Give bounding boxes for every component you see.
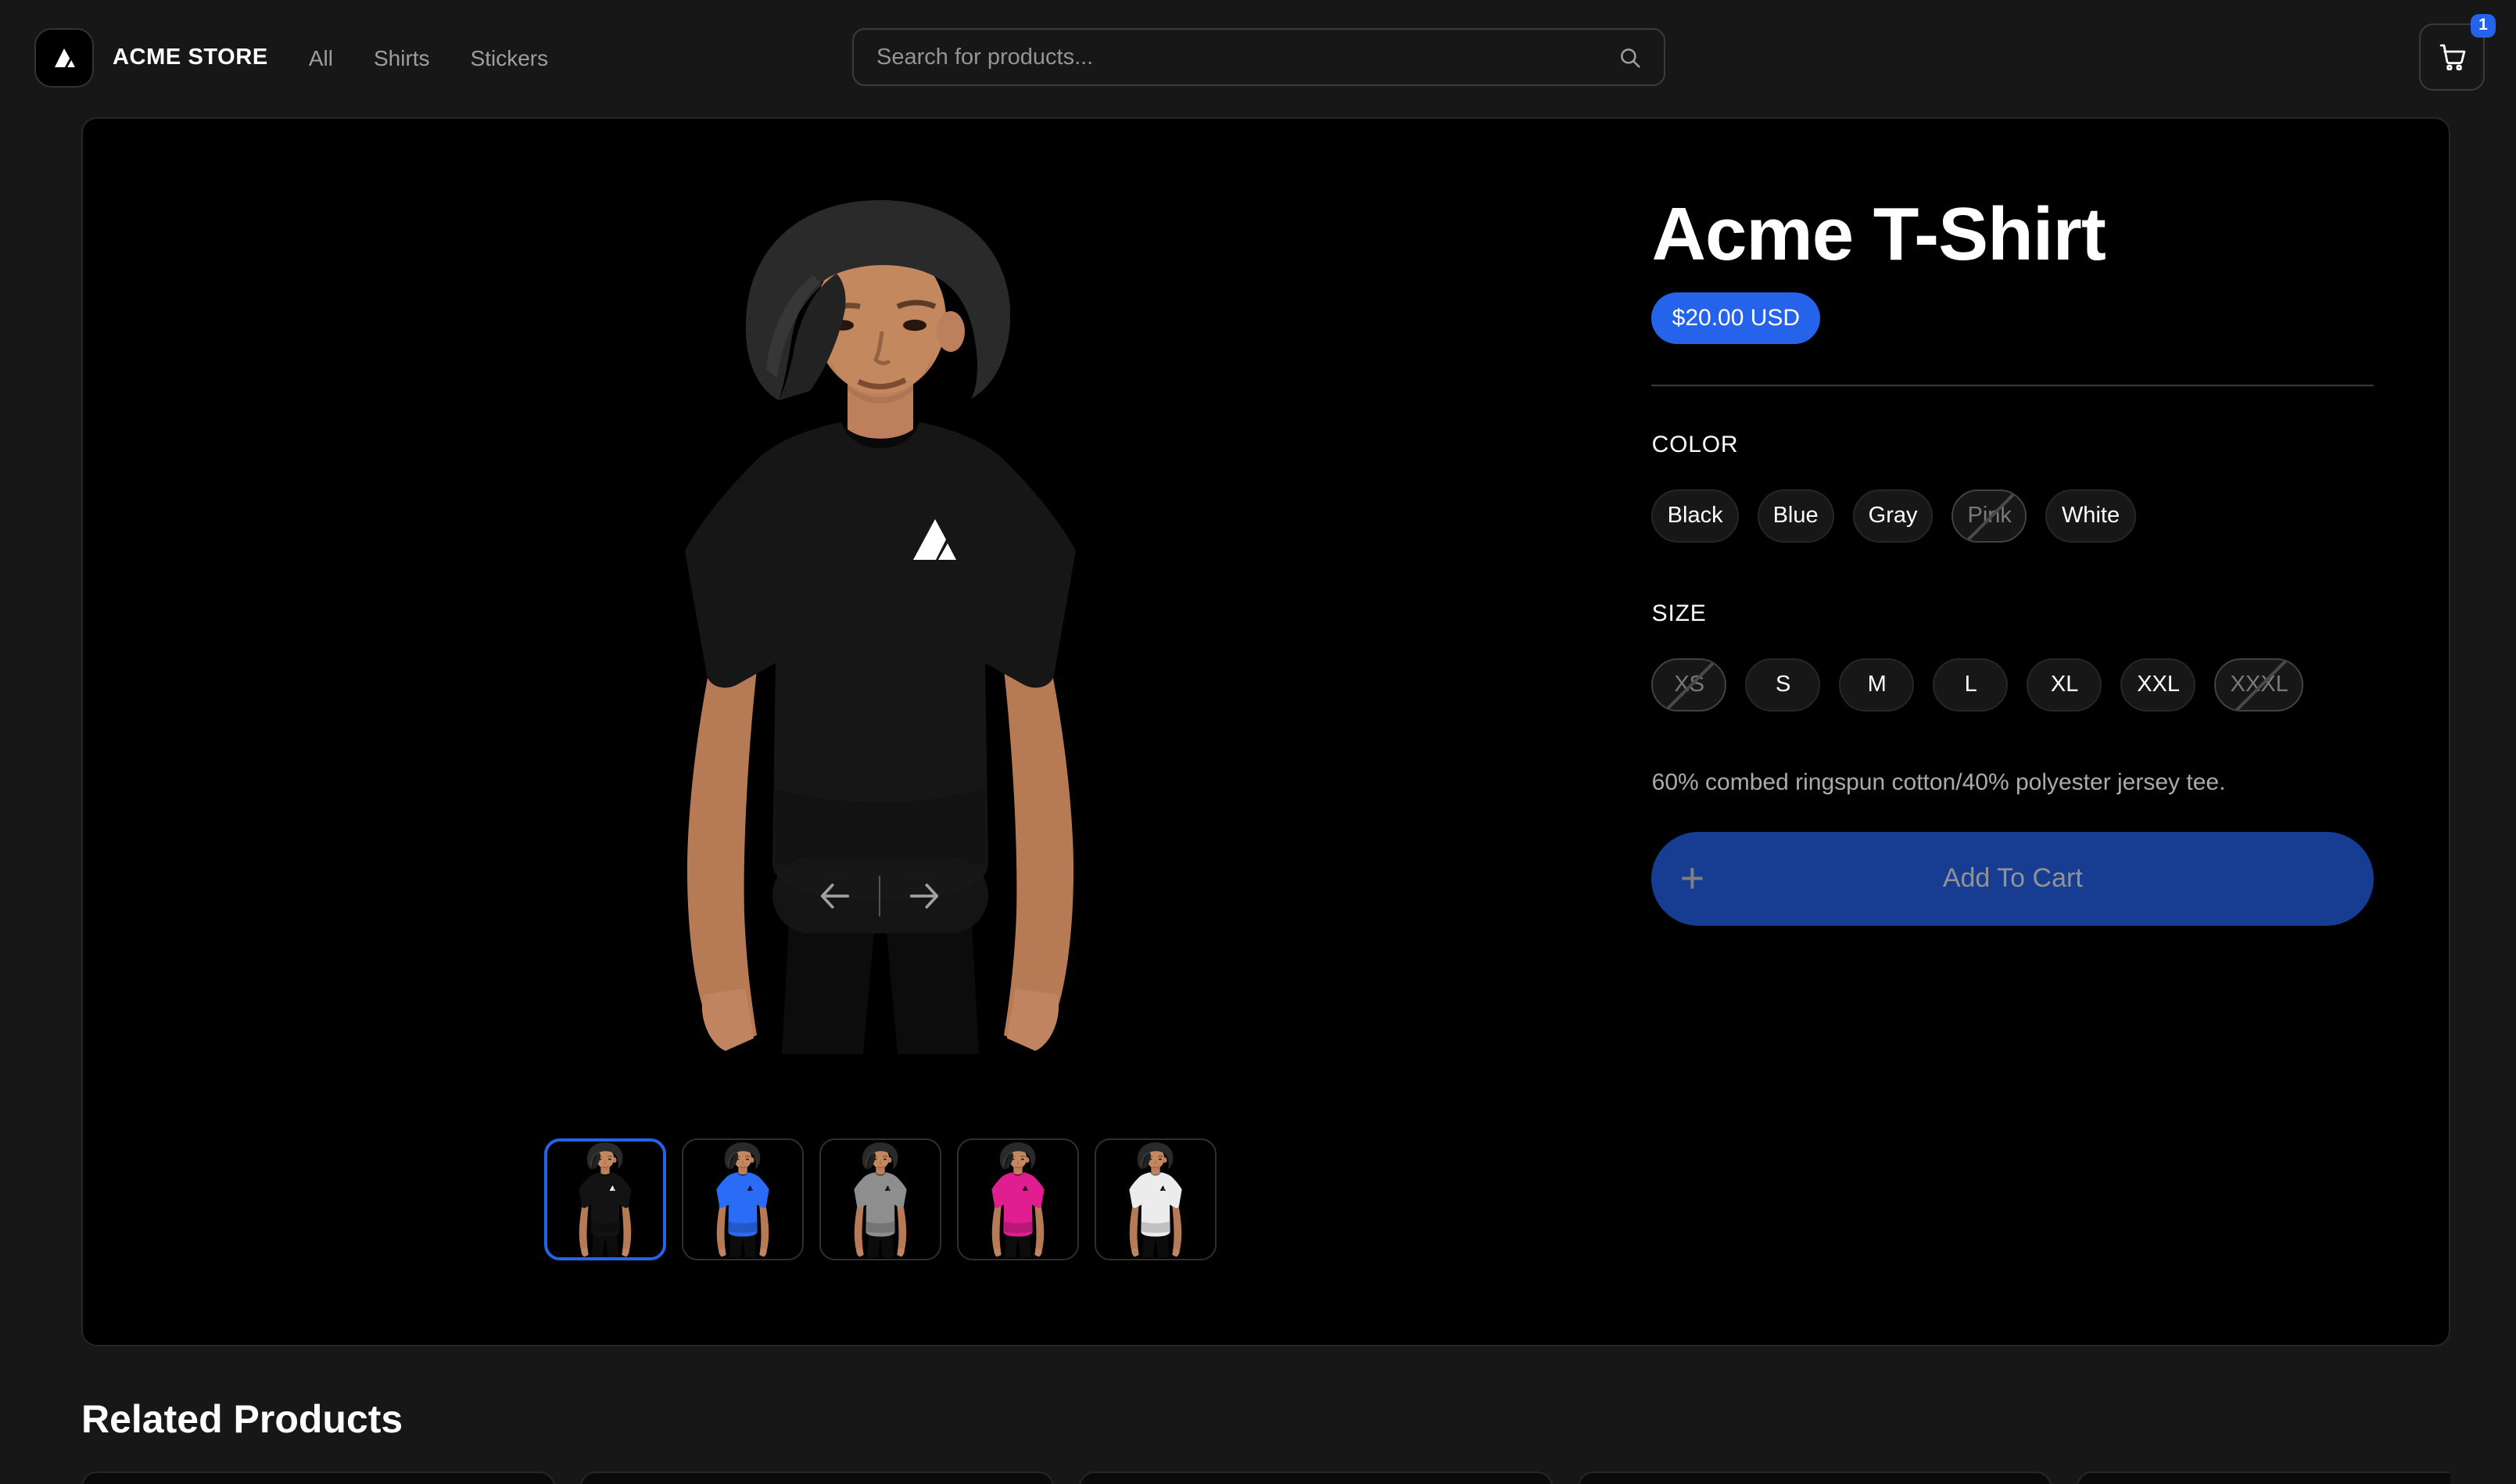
product-description: 60% combed ringspun cotton/40% polyester… bbox=[1652, 768, 2374, 800]
divider bbox=[1652, 385, 2374, 386]
page: ACME STORE All Shirts Stickers 1 bbox=[0, 0, 2516, 1484]
size-option-label: SIZE bbox=[1652, 600, 2374, 627]
cart-count-badge: 1 bbox=[2471, 14, 2496, 38]
color-option-black[interactable]: Black bbox=[1652, 489, 1739, 543]
image-carousel-controls bbox=[772, 857, 987, 934]
size-option-xxl[interactable]: XXL bbox=[2121, 658, 2196, 712]
cart-button[interactable]: 1 bbox=[2419, 23, 2485, 91]
navbar: ACME STORE All Shirts Stickers 1 bbox=[0, 0, 2516, 116]
acme-triangle-icon bbox=[50, 44, 78, 72]
next-image-button[interactable] bbox=[880, 857, 968, 934]
nav-link-all[interactable]: All bbox=[309, 45, 333, 70]
color-options: Black Blue Gray Pink White bbox=[1652, 489, 2374, 543]
product-card: Acme T-Shirt $20.00 USD COLOR Black Blue G… bbox=[81, 117, 2450, 1346]
nav-link-stickers[interactable]: Stickers bbox=[471, 45, 549, 70]
related-products-heading: Related Products bbox=[81, 1398, 403, 1443]
thumbnail-pink[interactable] bbox=[956, 1138, 1078, 1260]
product-photo bbox=[547, 1142, 662, 1257]
related-product-card[interactable] bbox=[2077, 1471, 2450, 1484]
color-option-blue[interactable]: Blue bbox=[1758, 489, 1834, 543]
nav-link-shirts[interactable]: Shirts bbox=[374, 45, 430, 70]
nav-left: ACME STORE All Shirts Stickers bbox=[34, 28, 548, 88]
related-product-card[interactable] bbox=[1079, 1471, 1553, 1484]
plus-icon: + bbox=[1680, 858, 1705, 901]
unavailable-strike bbox=[1652, 658, 1727, 712]
arrow-right-icon bbox=[904, 875, 944, 916]
thumbnail-blue[interactable] bbox=[681, 1138, 803, 1260]
add-to-cart-button[interactable]: + Add To Cart bbox=[1652, 833, 2374, 927]
related-product-card[interactable] bbox=[580, 1471, 1054, 1484]
product-details: Acme T-Shirt $20.00 USD COLOR Black Blue G… bbox=[1652, 194, 2374, 1270]
color-option-label: COLOR bbox=[1652, 432, 2374, 458]
related-products-row bbox=[81, 1471, 2450, 1484]
thumbnail-gray[interactable] bbox=[819, 1138, 941, 1260]
brand-name[interactable]: ACME STORE bbox=[113, 45, 268, 70]
size-option-xl[interactable]: XL bbox=[2027, 658, 2102, 712]
price-badge: $20.00 USD bbox=[1652, 292, 1820, 344]
nav-links: All Shirts Stickers bbox=[309, 45, 548, 70]
size-option-xxxl[interactable]: XXXL bbox=[2215, 658, 2304, 712]
color-option-pink[interactable]: Pink bbox=[1952, 489, 2027, 543]
product-photo bbox=[822, 1142, 937, 1257]
product-photo bbox=[1097, 1142, 1213, 1257]
product-photo bbox=[959, 1142, 1075, 1257]
add-to-cart-label: Add To Cart bbox=[1943, 864, 2083, 895]
cart-icon bbox=[2435, 41, 2468, 73]
previous-image-button[interactable] bbox=[791, 857, 879, 934]
thumbnail-black[interactable] bbox=[543, 1138, 665, 1260]
color-option-gray[interactable]: Gray bbox=[1853, 489, 1934, 543]
related-product-card[interactable] bbox=[1578, 1471, 2052, 1484]
search-box bbox=[851, 28, 1665, 86]
color-option-white[interactable]: White bbox=[2046, 489, 2135, 543]
arrow-left-icon bbox=[815, 875, 855, 916]
related-product-card[interactable] bbox=[81, 1471, 555, 1484]
size-option-m[interactable]: M bbox=[1840, 658, 1915, 712]
size-options: XS SML XL XXL XXXL bbox=[1652, 658, 2374, 712]
unavailable-strike bbox=[2215, 658, 2304, 712]
thumbnail-list bbox=[158, 1138, 1602, 1260]
search-input[interactable] bbox=[853, 45, 1663, 70]
product-photo bbox=[684, 1142, 800, 1257]
product-main-image bbox=[450, 194, 1310, 1054]
thumbnail-white[interactable] bbox=[1094, 1138, 1216, 1260]
size-option-l[interactable]: L bbox=[1934, 658, 2009, 712]
search-icon bbox=[1616, 44, 1643, 70]
store-logo[interactable] bbox=[34, 28, 94, 88]
size-option-xs[interactable]: XS bbox=[1652, 658, 1727, 712]
size-option-s[interactable]: S bbox=[1746, 658, 1821, 712]
product-gallery bbox=[158, 194, 1602, 1270]
product-title: Acme T-Shirt bbox=[1652, 194, 2374, 278]
unavailable-strike bbox=[1952, 489, 2027, 543]
